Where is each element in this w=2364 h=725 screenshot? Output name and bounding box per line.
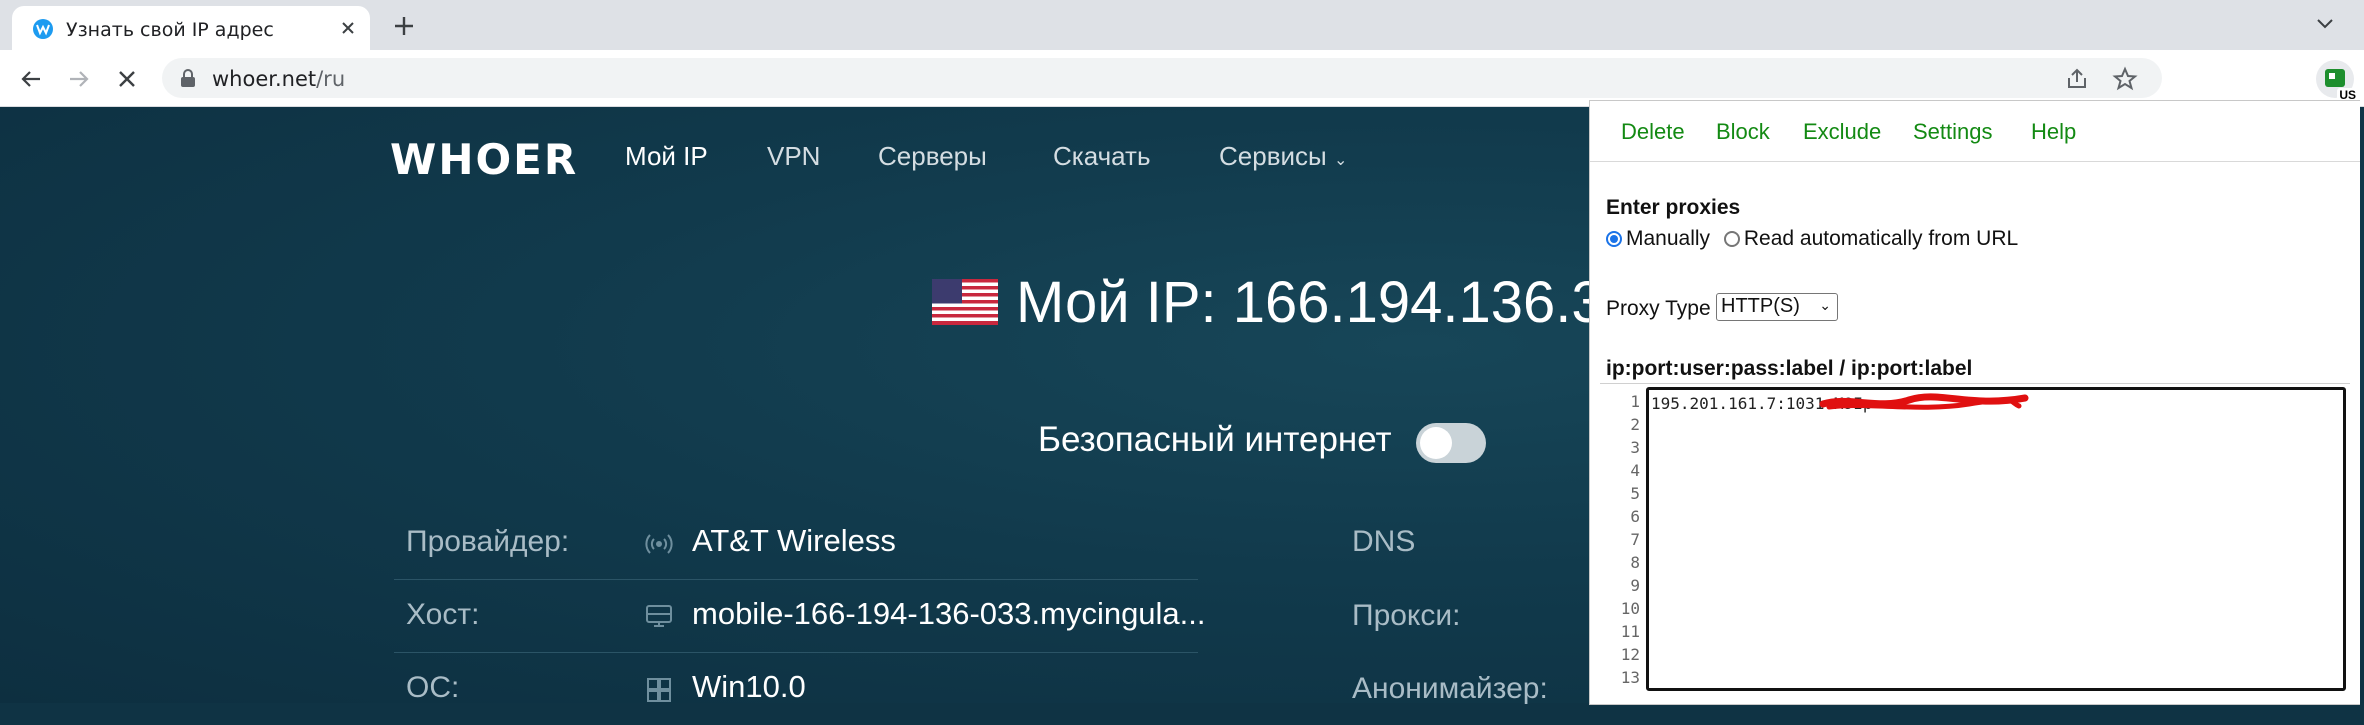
whoer-logo[interactable]: WHOER bbox=[390, 135, 578, 184]
read-from-url-radio[interactable] bbox=[1723, 231, 1740, 247]
redaction-scribble bbox=[1819, 392, 2029, 414]
proxy-mode-options: Manually Read automatically from URL bbox=[1606, 227, 2018, 251]
manually-label[interactable]: Manually bbox=[1626, 227, 1710, 250]
us-flag-icon bbox=[932, 279, 998, 325]
bookmark-star-icon[interactable] bbox=[2112, 66, 2138, 92]
line-number: 4 bbox=[1630, 461, 1640, 480]
address-bar[interactable]: whoer.net/ru bbox=[162, 58, 2162, 98]
proxy-extension-button[interactable]: US bbox=[2316, 60, 2358, 102]
line-number: 8 bbox=[1630, 553, 1640, 572]
safe-internet-toggle[interactable] bbox=[1416, 423, 1486, 463]
proxy-type-label: Proxy Type bbox=[1606, 297, 1711, 320]
url-text[interactable]: whoer.net/ru bbox=[212, 67, 345, 91]
toggle-knob bbox=[1420, 427, 1452, 459]
info-row-host: Хост: mobile-166-194-136-033.mycingula..… bbox=[394, 584, 1206, 653]
line-number: 2 bbox=[1630, 415, 1640, 434]
proxy-type-select[interactable]: HTTP(S) ⌄ bbox=[1716, 293, 1838, 321]
info-row-provider: Провайдер: AT&T Wireless bbox=[394, 511, 1198, 580]
lock-icon[interactable] bbox=[180, 69, 196, 87]
info-row-os: ОС: Win10.0 bbox=[394, 657, 1198, 725]
ip-heading: Мой IP: 166.194.136.33 bbox=[1016, 270, 1636, 335]
browser-toolbar: whoer.net/ru bbox=[0, 50, 2364, 107]
anonymizer-label: Анонимайзер: bbox=[1352, 672, 1548, 705]
nav-download[interactable]: Скачать bbox=[1053, 141, 1151, 172]
exclude-link[interactable]: Exclude bbox=[1803, 119, 1881, 145]
whoer-favicon-icon bbox=[32, 18, 54, 40]
info-label: Провайдер: bbox=[406, 525, 570, 558]
info-value: AT&T Wireless bbox=[692, 523, 896, 558]
info-label: ОС: bbox=[406, 671, 460, 704]
proxy-extension-popup: Delete Block Exclude Settings Help Enter… bbox=[1589, 100, 2360, 705]
line-number: 7 bbox=[1630, 530, 1640, 549]
back-arrow-icon[interactable] bbox=[16, 64, 46, 94]
url-host: whoer.net bbox=[212, 67, 317, 91]
line-number: 10 bbox=[1620, 599, 1640, 618]
dns-label: DNS bbox=[1352, 525, 1416, 558]
forward-arrow-icon[interactable] bbox=[64, 64, 94, 94]
proxy-list-textarea[interactable]: 195.201.161.7:1031:M9Ip bbox=[1646, 387, 2346, 691]
safe-internet-label: Безопасный интернет bbox=[1038, 420, 1392, 459]
line-number: 9 bbox=[1630, 576, 1640, 595]
line-number: 5 bbox=[1630, 484, 1640, 503]
read-from-url-label[interactable]: Read automatically from URL bbox=[1744, 227, 2018, 250]
nav-my-ip[interactable]: Мой IP bbox=[625, 141, 708, 172]
chevron-down-icon[interactable] bbox=[2314, 12, 2336, 34]
proxy-label: Прокси: bbox=[1352, 599, 1461, 632]
line-number: 12 bbox=[1620, 645, 1640, 664]
nav-services-label: Сервисы bbox=[1219, 141, 1327, 171]
info-value: Win10.0 bbox=[692, 669, 806, 704]
tab-strip: Узнать свой IP адрес bbox=[0, 0, 2364, 50]
chevron-down-icon: ⌄ bbox=[1333, 152, 1348, 169]
help-link[interactable]: Help bbox=[2031, 119, 2076, 145]
proxy-format-label: ip:port:user:pass:label / ip:port:label bbox=[1606, 357, 1973, 380]
settings-link[interactable]: Settings bbox=[1913, 119, 1993, 145]
chevron-down-icon: ⌄ bbox=[1819, 297, 1831, 313]
line-number: 6 bbox=[1630, 507, 1640, 526]
wifi-signal-icon bbox=[644, 529, 674, 559]
proxy-editor: 1 2 3 4 5 6 7 8 9 10 11 12 13 195.201.161.7:1031:M9I… bbox=[1600, 383, 2350, 697]
browser-tab[interactable]: Узнать свой IP адрес bbox=[12, 6, 370, 50]
manually-radio[interactable] bbox=[1606, 231, 1622, 247]
block-link[interactable]: Block bbox=[1716, 119, 1770, 145]
line-number: 1 bbox=[1630, 392, 1640, 411]
nav-services[interactable]: Сервисы ⌄ bbox=[1219, 141, 1347, 172]
close-tab-icon[interactable] bbox=[336, 16, 360, 40]
delete-link[interactable]: Delete bbox=[1621, 119, 1685, 145]
url-path: /ru bbox=[316, 67, 346, 91]
enter-proxies-heading: Enter proxies bbox=[1606, 196, 1741, 219]
info-label: Хост: bbox=[406, 598, 480, 631]
nav-servers[interactable]: Серверы bbox=[878, 141, 987, 172]
windows-icon bbox=[644, 675, 674, 705]
line-number: 13 bbox=[1620, 668, 1640, 687]
proxy-type-value: HTTP(S) bbox=[1721, 295, 1800, 317]
line-number: 3 bbox=[1630, 438, 1640, 457]
stop-loading-icon[interactable] bbox=[112, 64, 142, 94]
info-value: mobile-166-194-136-033.mycingula... bbox=[692, 596, 1206, 631]
tab-title: Узнать свой IP адрес bbox=[66, 19, 274, 41]
line-number-gutter: 1 2 3 4 5 6 7 8 9 10 11 12 13 bbox=[1600, 390, 1640, 694]
nav-vpn[interactable]: VPN bbox=[767, 141, 820, 172]
server-icon bbox=[644, 602, 674, 632]
share-icon[interactable] bbox=[2064, 66, 2090, 92]
line-number: 11 bbox=[1620, 622, 1640, 641]
new-tab-icon[interactable] bbox=[390, 12, 418, 40]
popup-menu: Delete Block Exclude Settings Help bbox=[1590, 101, 2360, 162]
